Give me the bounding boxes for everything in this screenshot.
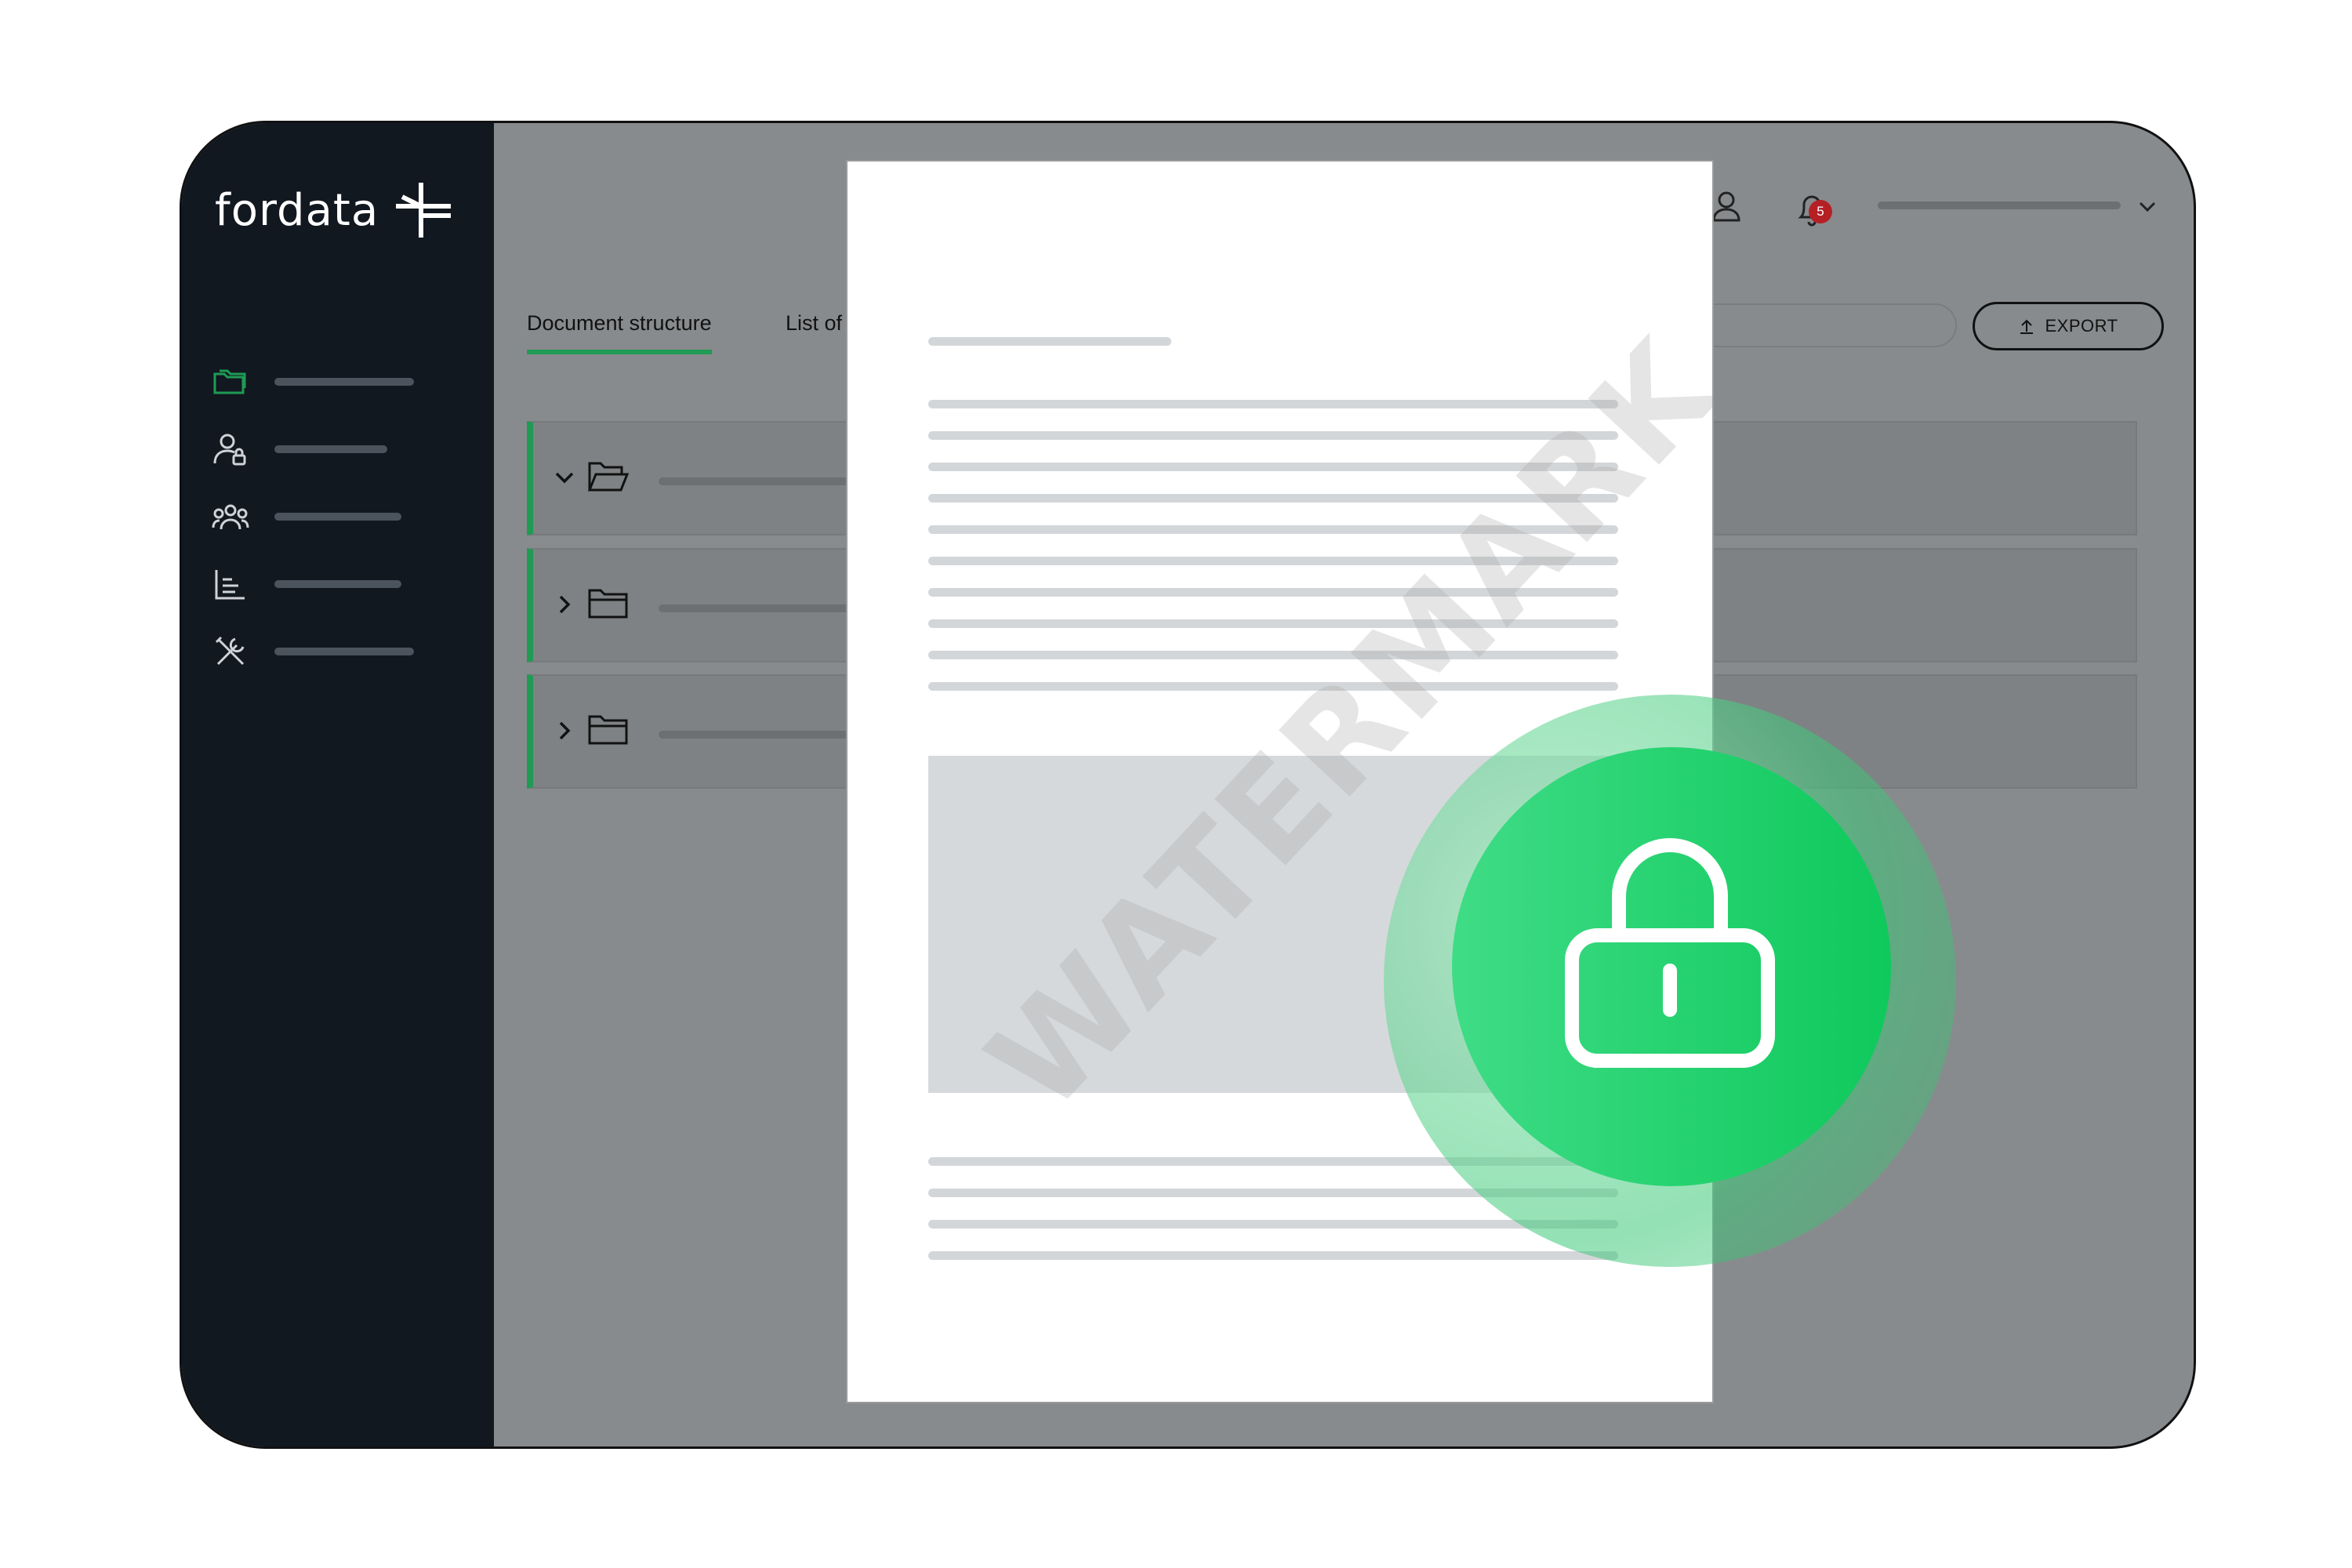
logo-mark-icon — [396, 183, 452, 238]
export-label: EXPORT — [2045, 316, 2118, 336]
doc-text-line — [928, 682, 1618, 691]
chevron-down-icon[interactable] — [2136, 195, 2158, 217]
folder-name — [659, 731, 862, 739]
export-button[interactable]: EXPORT — [1973, 302, 2164, 350]
tab-document-structure[interactable]: Document structure — [527, 311, 712, 354]
chevron-right-icon[interactable] — [550, 590, 579, 619]
sidebar-item-permissions[interactable] — [212, 426, 447, 473]
doc-title-line — [928, 337, 1171, 346]
tab-list[interactable]: List of — [786, 311, 842, 336]
folders-icon — [213, 369, 246, 394]
sidebar-item-label — [274, 648, 414, 655]
folder-name — [659, 604, 862, 612]
user-icon[interactable] — [1711, 189, 1742, 223]
notification-badge: 5 — [1809, 200, 1832, 223]
doc-text-line — [928, 400, 1618, 408]
sidebar-item-documents[interactable] — [212, 358, 447, 405]
logo-text: fordata — [215, 184, 379, 236]
folder-icon — [588, 589, 628, 619]
folder-open-icon — [587, 462, 630, 492]
sidebar: fordata — [182, 123, 494, 1446]
tab-label: Document structure — [527, 311, 712, 335]
user-lock-icon — [213, 434, 246, 466]
tab-label: List of — [786, 311, 843, 335]
user-menu-label[interactable] — [1878, 201, 2121, 209]
folder-icon — [588, 715, 628, 745]
chevron-down-icon[interactable] — [550, 463, 579, 492]
report-icon — [215, 570, 245, 600]
sidebar-item-label — [274, 513, 401, 521]
sidebar-item-label — [274, 378, 414, 386]
sidebar-item-users[interactable] — [212, 493, 447, 540]
active-tab-indicator — [527, 350, 712, 354]
folder-name — [659, 477, 862, 485]
sidebar-item-settings[interactable] — [212, 628, 447, 675]
upload-icon — [2020, 319, 2034, 334]
users-icon — [212, 504, 249, 530]
lock-icon — [1565, 838, 1775, 1068]
chevron-right-icon[interactable] — [550, 717, 579, 745]
sidebar-item-label — [274, 580, 401, 588]
logo[interactable]: fordata — [215, 180, 454, 241]
sidebar-item-reports[interactable] — [212, 561, 447, 608]
sidebar-item-label — [274, 445, 387, 453]
tools-icon — [215, 636, 245, 666]
doc-text-line — [928, 1251, 1618, 1260]
